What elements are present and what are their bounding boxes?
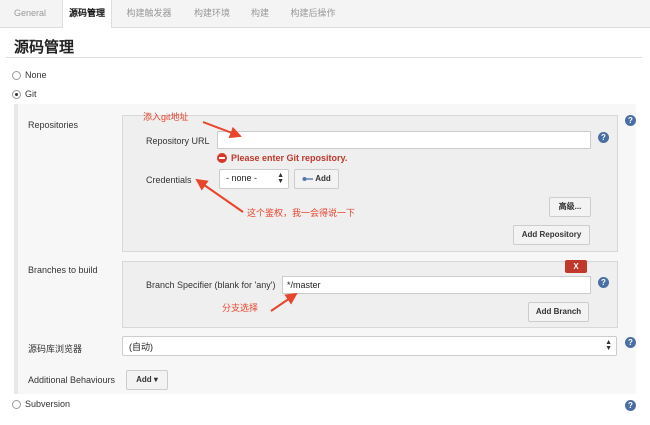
tab-build[interactable]: 构建 [244, 0, 276, 27]
repository-browser-help-icon[interactable]: ? [625, 337, 636, 348]
tab-build-triggers[interactable]: 构建触发器 [118, 0, 180, 27]
credentials-select[interactable]: - none - ▲ ▼ [219, 169, 289, 189]
annotation-add-git-address: 添入git地址 [143, 112, 189, 122]
add-repository-button[interactable]: Add Repository [513, 225, 590, 245]
repository-browser-value: (自动) [129, 342, 153, 352]
branch-specifier-help-icon[interactable]: ? [598, 277, 609, 288]
config-tab-bar: General 源码管理 构建触发器 构建环境 构建 构建后操作 [0, 0, 650, 28]
repository-url-label: Repository URL [146, 136, 210, 146]
add-branch-button[interactable]: Add Branch [528, 302, 589, 322]
radio-git[interactable] [12, 89, 21, 99]
repositories-help-icon[interactable]: ? [625, 115, 636, 126]
advanced-button[interactable]: 高级... [549, 197, 591, 217]
repositories-label: Repositories [28, 120, 79, 130]
title-divider [6, 57, 642, 58]
branch-specifier-label: Branch Specifier (blank for 'any') [146, 280, 276, 290]
tab-post-build-actions[interactable]: 构建后操作 [282, 0, 344, 27]
scm-option-none-label: None [25, 70, 47, 80]
tab-source-code-management[interactable]: 源码管理 [62, 0, 112, 28]
scm-option-subversion[interactable]: Subversion [12, 399, 70, 409]
scm-option-git-label: Git [25, 89, 37, 99]
branches-label: Branches to build [28, 265, 98, 275]
repository-url-help-icon[interactable]: ? [598, 132, 609, 143]
repository-url-error-text: Please enter Git repository. [231, 153, 348, 163]
repository-browser-label: 源码库浏览器 [28, 344, 83, 354]
subversion-help-icon[interactable]: ? [625, 400, 636, 411]
annotation-credentials-note: 这个鉴权，我一会得说一下 [247, 208, 356, 218]
repository-url-error: Please enter Git repository. [217, 153, 347, 163]
credentials-select-value: - none - [226, 173, 258, 183]
delete-branch-button[interactable]: X [565, 260, 587, 273]
add-behaviour-button[interactable]: Add ▾ [126, 370, 168, 390]
radio-subversion[interactable] [12, 399, 21, 409]
credentials-add-label: Add [315, 174, 331, 183]
scm-option-none[interactable]: None [12, 70, 47, 80]
scm-option-git[interactable]: Git [12, 89, 37, 99]
add-behaviour-label: Add [136, 375, 152, 384]
annotation-branch-note: 分支选择 [222, 303, 259, 313]
repository-browser-select[interactable]: (自动) ▲ ▼ [122, 336, 617, 356]
branch-specifier-input[interactable] [282, 276, 591, 294]
credentials-add-button[interactable]: Add [294, 169, 339, 189]
tab-build-environment[interactable]: 构建环境 [186, 0, 238, 27]
additional-behaviours-label: Additional Behaviours [28, 375, 116, 385]
scm-option-subversion-label: Subversion [25, 399, 71, 409]
page-title: 源码管理 [14, 39, 75, 56]
dropdown-caret-icon: ▾ [153, 375, 158, 384]
select-arrows-icon: ▲ ▼ [277, 172, 284, 185]
repository-url-input[interactable] [217, 131, 591, 149]
tab-general[interactable]: General [6, 0, 54, 27]
key-icon [302, 176, 314, 181]
error-icon [217, 153, 227, 163]
credentials-label: Credentials [146, 175, 192, 185]
radio-none[interactable] [12, 70, 21, 80]
select-arrows-icon: ▲ ▼ [605, 339, 612, 352]
